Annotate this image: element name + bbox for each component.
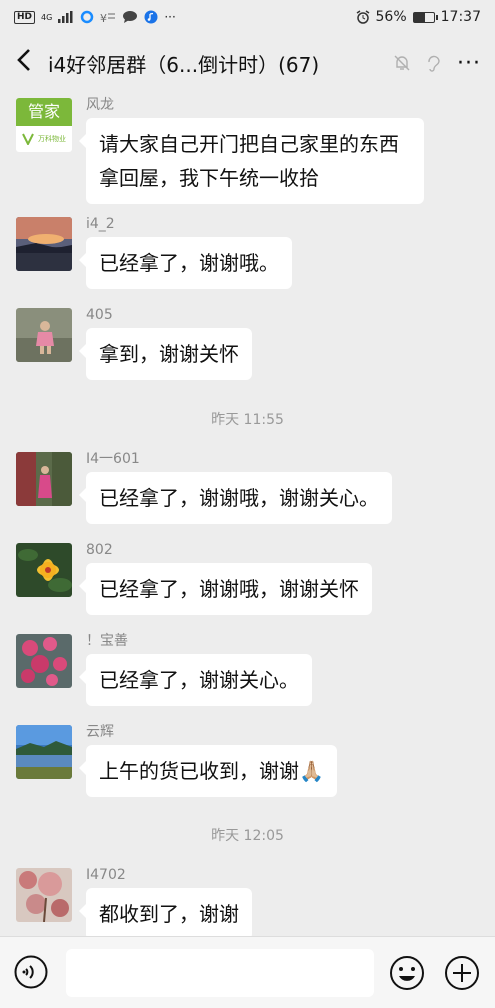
message-item: I4702 都收到了，谢谢 bbox=[16, 867, 252, 936]
clock: 17:37 bbox=[440, 9, 481, 25]
more-notifications-icon: ··· bbox=[164, 10, 176, 24]
chat-header: i4好邻居群（6...倒计时）(67) ··· bbox=[0, 34, 495, 92]
chat-title[interactable]: i4好邻居群（6...倒计时）(67) bbox=[48, 49, 393, 78]
message-content: 405 拿到，谢谢关怀 bbox=[79, 307, 252, 380]
message-bubble[interactable]: 请大家自己开门把自己家里的东西拿回屋，我下午统一收拾 bbox=[79, 118, 424, 204]
person-avatar-image bbox=[16, 452, 72, 506]
message-bubble[interactable]: 已经拿了，谢谢哦，谢谢关怀 bbox=[79, 563, 372, 615]
chevron-left-icon bbox=[17, 49, 30, 71]
message-item: 802 已经拿了，谢谢哦，谢谢关怀 bbox=[16, 542, 372, 615]
hd-indicator: HD bbox=[14, 10, 36, 24]
message-input[interactable] bbox=[66, 949, 374, 997]
message-bubble[interactable]: 都收到了，谢谢 bbox=[79, 888, 252, 936]
sender-name: I4702 bbox=[86, 867, 126, 883]
pay-notification-icon: ¥ bbox=[100, 12, 116, 24]
message-list[interactable]: 管家 万科物业 风龙 请大家自己开门把自己家里的东西拿回屋，我下午统一收拾 i4… bbox=[0, 92, 495, 936]
header-status-icons bbox=[393, 54, 441, 72]
sender-name: i4_2 bbox=[86, 216, 115, 232]
message-bubble[interactable]: 拿到，谢谢关怀 bbox=[79, 328, 252, 380]
sender-name: 风龙 bbox=[86, 97, 114, 113]
app-notification-icon bbox=[81, 10, 94, 24]
status-bar: HD 4G ¥ ··· 56% 17:37 bbox=[0, 0, 495, 34]
emoji-button[interactable] bbox=[389, 955, 425, 991]
timestamp-divider: 昨天 12:05 bbox=[211, 828, 284, 844]
blossom-avatar-image bbox=[16, 868, 72, 922]
message-item: ！宝善 已经拿了，谢谢关心。 bbox=[16, 633, 312, 706]
avatar[interactable] bbox=[16, 868, 72, 922]
message-item: 405 拿到，谢谢关怀 bbox=[16, 307, 252, 380]
sender-name: I4一601 bbox=[86, 451, 140, 467]
sunset-avatar-image bbox=[16, 217, 72, 271]
lake-avatar-image bbox=[16, 725, 72, 779]
message-content: ！宝善 已经拿了，谢谢关心。 bbox=[79, 633, 312, 706]
avatar[interactable] bbox=[16, 217, 72, 271]
network-indicator: 4G bbox=[41, 12, 53, 22]
message-item: 云辉 上午的货已收到，谢谢🙏🏼 bbox=[16, 724, 337, 797]
avatar-logo: 万科物业 bbox=[16, 126, 72, 152]
message-item: i4_2 已经拿了，谢谢哦。 bbox=[16, 216, 292, 289]
sender-name: ！宝善 bbox=[86, 633, 128, 649]
message-content: I4702 都收到了，谢谢 bbox=[79, 867, 252, 936]
message-content: 风龙 请大家自己开门把自己家里的东西拿回屋，我下午统一收拾 bbox=[79, 97, 424, 204]
svg-text:¥: ¥ bbox=[100, 12, 107, 24]
status-right: 56% 17:37 bbox=[356, 9, 481, 25]
battery-percent: 56% bbox=[375, 9, 407, 25]
earpiece-icon bbox=[428, 55, 440, 72]
battery-level bbox=[413, 12, 425, 22]
avatar-brand-sub: 万科物业 bbox=[38, 135, 66, 143]
message-bubble[interactable]: 已经拿了，谢谢哦，谢谢关心。 bbox=[79, 472, 392, 524]
message-content: 802 已经拿了，谢谢哦，谢谢关怀 bbox=[79, 542, 372, 615]
child-avatar-image bbox=[16, 308, 72, 362]
avatar[interactable] bbox=[16, 725, 72, 779]
signal-icon bbox=[58, 11, 73, 23]
message-bubble[interactable]: 已经拿了，谢谢哦。 bbox=[79, 237, 292, 289]
timestamp-divider: 昨天 11:55 bbox=[211, 412, 284, 428]
voice-button[interactable] bbox=[14, 955, 48, 989]
sender-name: 802 bbox=[86, 542, 113, 558]
message-bubble[interactable]: 已经拿了，谢谢关心。 bbox=[79, 654, 312, 706]
message-content: 云辉 上午的货已收到，谢谢🙏🏼 bbox=[79, 724, 337, 797]
brand-logo-icon bbox=[22, 133, 34, 145]
input-bar bbox=[0, 936, 495, 1008]
music-notification-icon bbox=[144, 10, 158, 24]
avatar-brand-label: 管家 bbox=[16, 98, 72, 126]
more-button[interactable]: ··· bbox=[457, 51, 481, 76]
avatar[interactable] bbox=[16, 634, 72, 688]
status-left: HD 4G ¥ ··· bbox=[14, 10, 176, 24]
back-button[interactable] bbox=[14, 47, 48, 79]
plus-button[interactable] bbox=[444, 955, 480, 991]
sender-name: 405 bbox=[86, 307, 113, 323]
roses-avatar-image bbox=[16, 634, 72, 688]
battery-icon bbox=[412, 11, 438, 23]
flower-avatar-image bbox=[16, 543, 72, 597]
message-content: i4_2 已经拿了，谢谢哦。 bbox=[79, 216, 292, 289]
avatar[interactable] bbox=[16, 543, 72, 597]
message-content: I4一601 已经拿了，谢谢哦，谢谢关心。 bbox=[79, 451, 392, 524]
chat-notification-icon bbox=[123, 11, 138, 23]
avatar[interactable]: 管家 万科物业 bbox=[16, 98, 72, 152]
message-item: 管家 万科物业 风龙 请大家自己开门把自己家里的东西拿回屋，我下午统一收拾 bbox=[16, 97, 424, 204]
alarm-icon bbox=[356, 10, 369, 24]
message-item: I4一601 已经拿了，谢谢哦，谢谢关心。 bbox=[16, 451, 392, 524]
sender-name: 云辉 bbox=[86, 724, 114, 740]
mute-bell-icon bbox=[394, 55, 410, 71]
avatar[interactable] bbox=[16, 308, 72, 362]
avatar[interactable] bbox=[16, 452, 72, 506]
message-bubble[interactable]: 上午的货已收到，谢谢🙏🏼 bbox=[79, 745, 337, 797]
